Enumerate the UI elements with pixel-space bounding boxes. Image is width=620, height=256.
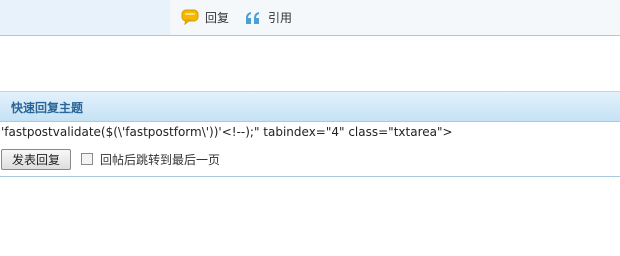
quote-icon xyxy=(244,8,262,26)
stray-markup-text: 'fastpostvalidate($(\'fastpostform\'))'<… xyxy=(1,125,453,139)
post-column-strip xyxy=(170,0,620,35)
quick-reply-header: 快速回复主题 xyxy=(0,91,620,122)
quick-reply-bottom-border xyxy=(0,176,620,177)
quote-action[interactable]: 引用 xyxy=(244,8,292,26)
quick-reply-title: 快速回复主题 xyxy=(11,101,84,115)
submit-reply-button[interactable]: 发表回复 xyxy=(1,149,71,170)
page: 回复 引用 快速回复主题 'fastpostvalidate($(\'fastp… xyxy=(0,0,620,256)
quote-label: 引用 xyxy=(268,10,293,25)
jump-to-last-page-label[interactable]: 回帖后跳转到最后一页 xyxy=(100,151,220,168)
author-column-strip xyxy=(0,0,170,35)
reply-action[interactable]: 回复 xyxy=(181,8,229,26)
reply-bubble-icon xyxy=(181,9,199,26)
post-action-bar: 回复 引用 xyxy=(0,0,620,36)
jump-to-last-page-checkbox[interactable] xyxy=(81,153,93,165)
reply-label: 回复 xyxy=(205,10,230,25)
